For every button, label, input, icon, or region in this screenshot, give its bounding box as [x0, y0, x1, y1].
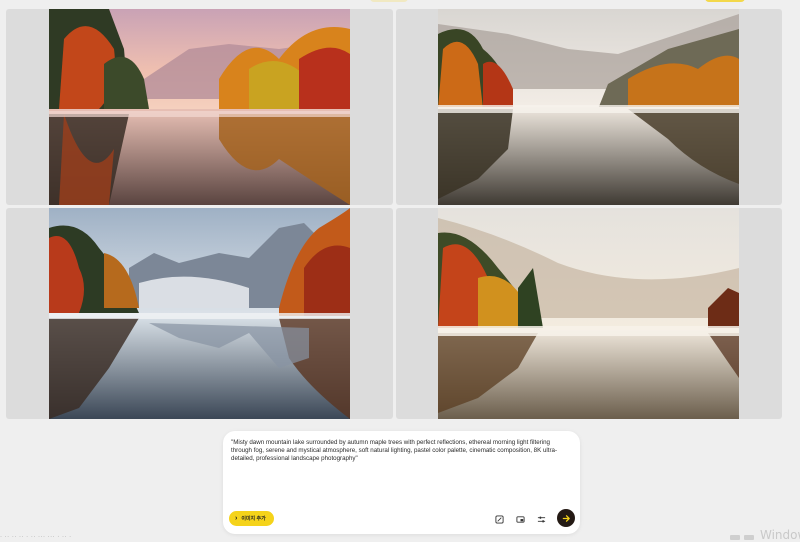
foggy-lake-image	[438, 208, 739, 419]
add-image-button[interactable]: › 이미지 추가	[229, 511, 274, 526]
generated-image-1[interactable]	[49, 9, 350, 205]
generated-image-2[interactable]	[438, 9, 739, 205]
aspect-ratio-icon[interactable]	[515, 514, 525, 524]
send-arrow-icon	[562, 514, 570, 522]
chevron-right-icon: ›	[235, 515, 238, 522]
status-indicator-2	[744, 535, 754, 540]
os-watermark: Window	[760, 528, 800, 542]
top-toolbar-highlight[interactable]	[705, 0, 745, 2]
settings-sliders-icon[interactable]	[536, 514, 546, 524]
top-toolbar-pill[interactable]	[370, 0, 408, 2]
crop-icon[interactable]	[494, 514, 504, 524]
image-tile-1[interactable]	[6, 9, 393, 205]
misty-valley-image	[438, 9, 739, 205]
send-button[interactable]	[557, 509, 575, 527]
image-tile-3[interactable]	[6, 208, 393, 419]
image-tile-4[interactable]	[396, 208, 782, 419]
image-tile-2[interactable]	[396, 9, 782, 205]
generated-image-4[interactable]	[438, 208, 739, 419]
alpine-lake-image	[49, 208, 350, 419]
status-indicator-1	[730, 535, 740, 540]
status-bar-text: · ·· ·· ·· · ·· ··· ··· · ·· ·	[0, 534, 72, 540]
lake-dawn-image	[49, 9, 350, 205]
prompt-card: "Misty dawn mountain lake surrounded by …	[223, 431, 580, 534]
add-image-label: 이미지 추가	[241, 516, 266, 522]
generated-image-3[interactable]	[49, 208, 350, 419]
prompt-textarea[interactable]: "Misty dawn mountain lake surrounded by …	[231, 439, 567, 464]
